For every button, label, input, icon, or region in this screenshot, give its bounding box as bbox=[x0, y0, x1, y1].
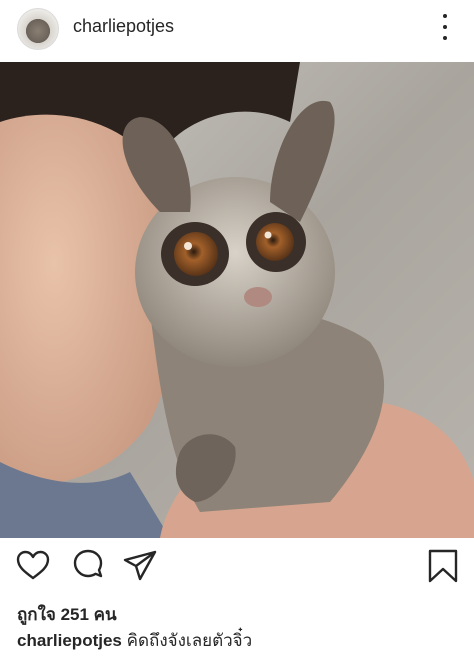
post-actions bbox=[0, 548, 474, 592]
more-options-button[interactable] bbox=[438, 14, 452, 40]
more-dot bbox=[443, 25, 447, 29]
post-photo[interactable] bbox=[0, 62, 474, 538]
avatar[interactable] bbox=[17, 8, 59, 50]
save-button[interactable] bbox=[425, 548, 461, 584]
likes-count[interactable]: ถูกใจ 251 คน bbox=[17, 601, 117, 628]
caption-text: คิดถึงจังเลยตัวจิ๋ว bbox=[126, 631, 253, 650]
like-button[interactable] bbox=[15, 548, 51, 584]
post-header: charliepotjes bbox=[0, 0, 474, 62]
more-dot bbox=[443, 36, 447, 40]
caption-username[interactable]: charliepotjes bbox=[17, 631, 122, 650]
post-caption: charliepotjes คิดถึงจังเลยตัวจิ๋ว bbox=[17, 627, 252, 654]
comment-icon bbox=[73, 549, 103, 578]
more-vertical-icon bbox=[443, 14, 447, 18]
comment-button[interactable] bbox=[70, 548, 106, 584]
post-username[interactable]: charliepotjes bbox=[73, 16, 174, 37]
share-button[interactable] bbox=[122, 548, 158, 584]
post-photo-image bbox=[0, 62, 474, 538]
heart-icon bbox=[16, 550, 50, 580]
send-icon bbox=[123, 550, 157, 581]
bookmark-icon bbox=[428, 549, 458, 583]
